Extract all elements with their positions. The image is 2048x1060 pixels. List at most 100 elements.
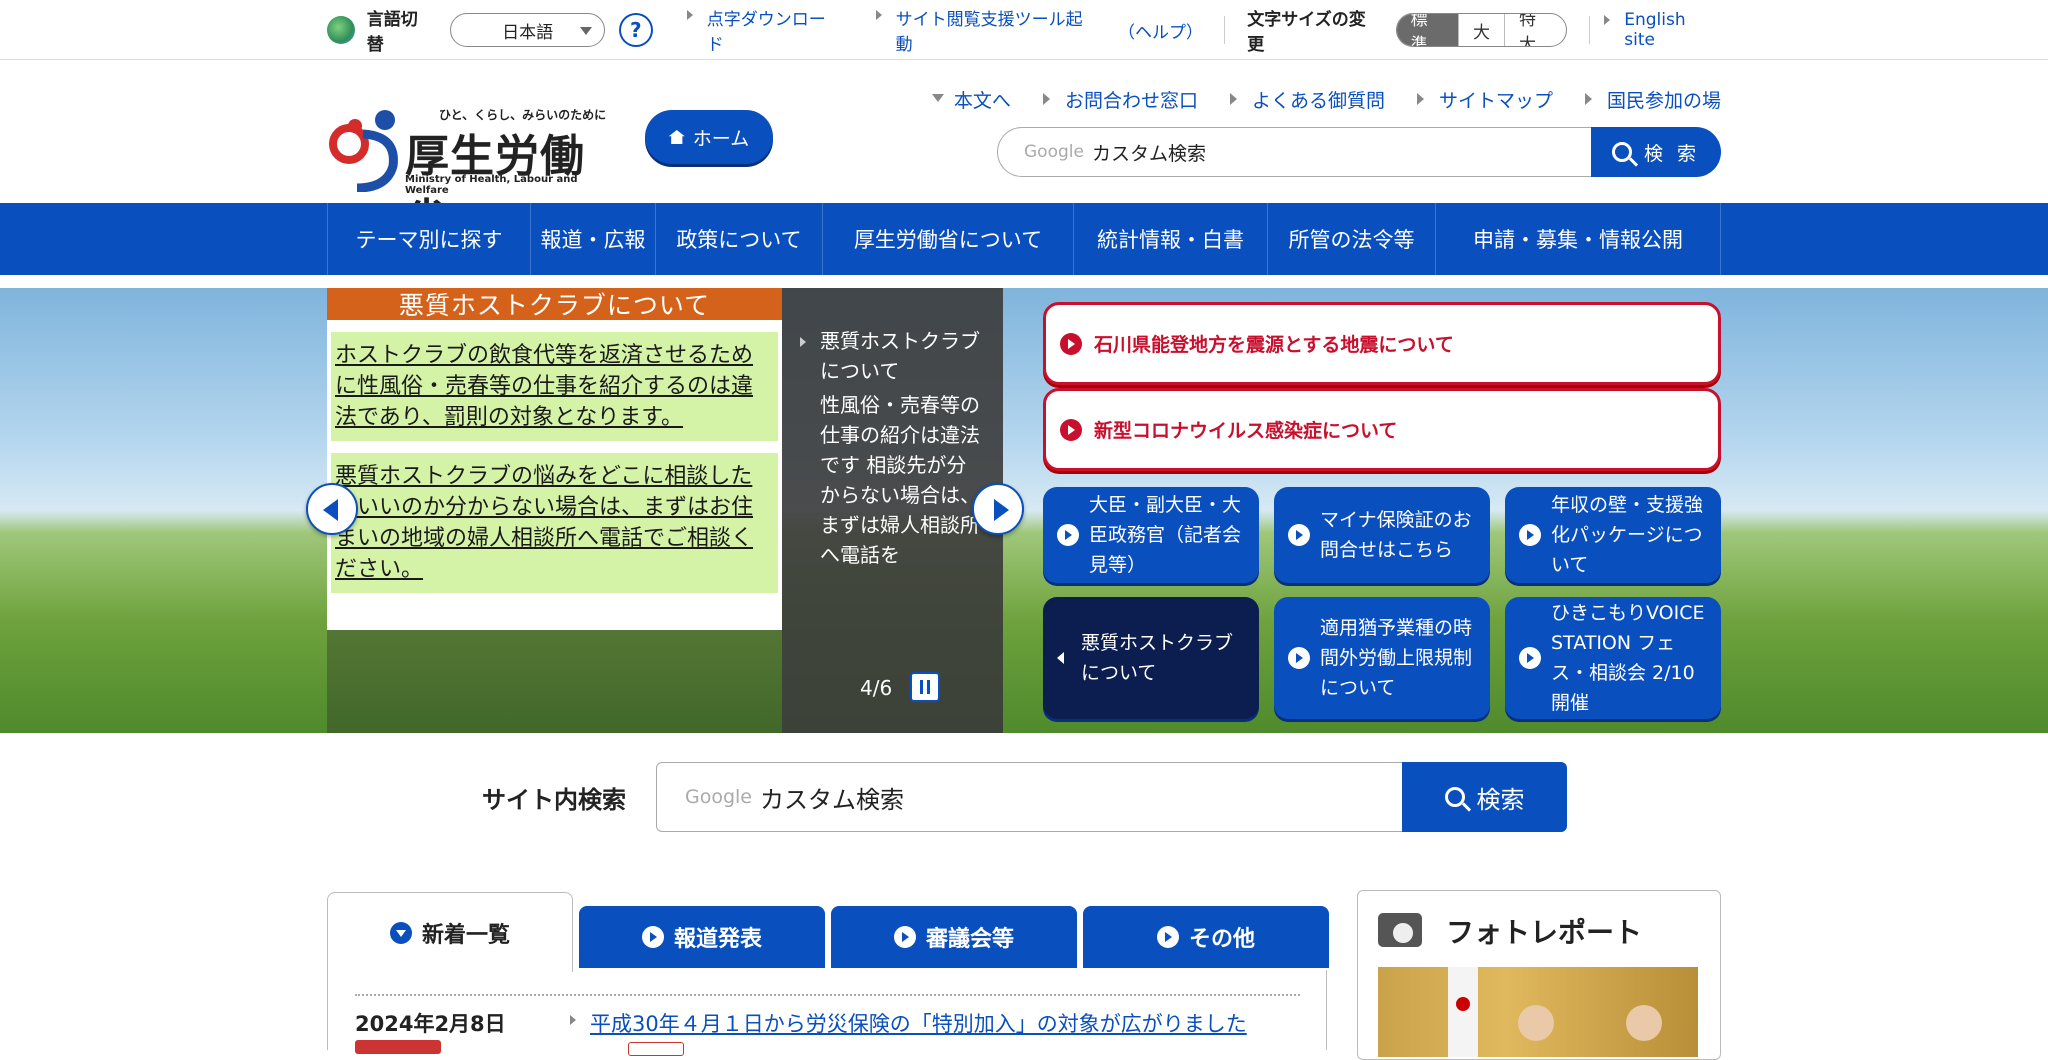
tab-label: その他 — [1188, 927, 1255, 952]
nav-laws[interactable]: 所管の法令等 — [1268, 203, 1436, 275]
home-button[interactable]: ホーム — [645, 110, 773, 164]
language-value: 日本語 — [502, 22, 554, 43]
tile-label: 悪質ホストクラブについて — [1081, 632, 1234, 684]
nav-policy[interactable]: 政策について — [656, 203, 823, 275]
photo-report-title: フォトレポート — [1446, 916, 1643, 949]
header-search: Google カスタム検索 検 索 — [997, 127, 1721, 177]
alert-label: 石川県能登地方を震源とする地震について — [1094, 334, 1454, 356]
tab-label: 審議会等 — [925, 927, 1014, 952]
tile-minister[interactable]: 大臣・副大臣・大臣政務官（記者会見等） — [1043, 487, 1259, 583]
play-circle-icon — [1057, 524, 1079, 546]
public-participation-link[interactable]: 国民参加の場 — [1584, 86, 1721, 113]
language-select[interactable]: 日本語 — [450, 13, 605, 47]
alert-earthquake[interactable]: 石川県能登地方を震源とする地震について — [1043, 302, 1721, 385]
pause-button[interactable] — [910, 672, 940, 702]
carousel-slide[interactable]: 悪質ホストクラブについて ホストクラブの飲食代等を返済させるために性風俗・売春等… — [327, 288, 1003, 733]
nav-about[interactable]: 厚生労働省について — [823, 203, 1074, 275]
nav-press[interactable]: 報道・広報 — [531, 203, 656, 275]
new-badge — [628, 1042, 684, 1056]
slide-image-text: 悪質ホストクラブの悩みをどこに相談したらいいのか分からない場合は、まずはお住まい… — [331, 453, 778, 593]
tab-councils[interactable]: 審議会等 — [831, 906, 1077, 968]
category-badge — [355, 1040, 441, 1054]
tab-label: 新着一覧 — [421, 922, 510, 948]
tile-host-club[interactable]: 悪質ホストクラブについて — [1043, 597, 1259, 719]
tile-income-wall[interactable]: 年収の壁・支援強化パッケージについて — [1505, 487, 1721, 583]
photo-report-image[interactable] — [1378, 967, 1698, 1057]
site-search-button[interactable]: 検索 — [1402, 762, 1567, 832]
header-search-placeholder: カスタム検索 — [1091, 142, 1206, 165]
carousel-next-button[interactable] — [972, 483, 1024, 535]
news-list: 2024年2月8日 平成30年４月１日から労災保険の「特別加入」の対象が広がりま… — [327, 970, 1327, 1056]
nav-statistics[interactable]: 統計情報・白書 — [1074, 203, 1268, 275]
support-help-link[interactable]: （ヘルプ） — [1118, 18, 1203, 43]
tile-label: 大臣・副大臣・大臣政務官（記者会見等） — [1089, 494, 1242, 576]
tile-overtime[interactable]: 適用猶予業種の時間外労働上限規制について — [1274, 597, 1490, 719]
nav-applications[interactable]: 申請・募集・情報公開 — [1436, 203, 1721, 275]
play-circle-icon — [641, 926, 664, 948]
play-circle-icon — [893, 926, 916, 948]
faq-link[interactable]: よくある御質問 — [1229, 86, 1385, 113]
alert-label: 新型コロナウイルス感染症について — [1094, 420, 1398, 442]
photo-report-panel: フォトレポート — [1357, 890, 1721, 1060]
arrow-left-icon — [1057, 652, 1067, 664]
font-size-label: 文字サイズの変更 — [1247, 10, 1366, 55]
search-icon — [1444, 787, 1465, 807]
slide-image-title: 悪質ホストクラブについて — [327, 288, 782, 320]
play-circle-icon — [1288, 524, 1310, 546]
header-search-button[interactable]: 検 索 — [1591, 127, 1721, 177]
header-search-button-label: 検 索 — [1643, 142, 1701, 165]
tab-new-arrivals[interactable]: 新着一覧 — [327, 892, 573, 972]
tile-hikikomori[interactable]: ひきこもりVOICE STATION フェス・相談会 2/10開催 — [1505, 597, 1721, 719]
mhlw-logo[interactable]: ひと、くらし、みらいのために 厚生労働省 Ministry of Health,… — [327, 106, 617, 246]
tab-other[interactable]: その他 — [1083, 906, 1329, 968]
alert-covid[interactable]: 新型コロナウイルス感染症について — [1043, 388, 1721, 471]
news-headline-link[interactable]: 平成30年４月１日から労災保険の「特別加入」の対象が広がりました — [570, 1008, 1247, 1038]
font-size-large-button[interactable]: 大 — [1457, 14, 1504, 46]
chevron-down-icon — [579, 27, 592, 35]
home-icon — [668, 130, 685, 144]
person — [1518, 1005, 1554, 1041]
japan-flag — [1448, 967, 1478, 1057]
site-search-button-label: 検索 — [1476, 785, 1525, 814]
site-search-input[interactable]: Google カスタム検索 — [656, 762, 1402, 832]
play-circle-icon — [1060, 332, 1082, 355]
sitemap-link[interactable]: サイトマップ — [1416, 86, 1553, 113]
slide-caption: 悪質ホストクラブについて 性風俗・売春等の仕事の紹介は違法です 相談先が分からな… — [782, 288, 1003, 733]
chevron-down-icon — [389, 921, 412, 944]
slide-image-text: ホストクラブの飲食代等を返済させるために性風俗・売春等の仕事を紹介するのは違法で… — [331, 332, 778, 441]
site-search-label: サイト内検索 — [482, 786, 626, 814]
play-circle-icon — [1060, 418, 1082, 441]
logo-english: Ministry of Health, Labour and Welfare — [405, 174, 578, 196]
tab-press-releases[interactable]: 報道発表 — [579, 906, 825, 968]
carousel-prev-button[interactable] — [306, 483, 358, 535]
person — [1626, 1005, 1662, 1041]
skip-to-content-link[interactable]: 本文へ — [931, 86, 1011, 113]
divider — [355, 994, 1300, 996]
contact-link[interactable]: お問合わせ窓口 — [1042, 86, 1198, 113]
tile-label: ひきこもりVOICE STATION フェス・相談会 2/10開催 — [1551, 602, 1705, 714]
play-circle-icon — [1519, 524, 1541, 546]
play-circle-icon — [1519, 647, 1541, 669]
language-label: 言語切替 — [366, 10, 418, 55]
header-search-input[interactable]: Google カスタム検索 — [997, 127, 1591, 177]
search-icon — [1611, 142, 1632, 162]
site-search-placeholder: カスタム検索 — [760, 785, 905, 814]
tile-label: 適用猶予業種の時間外労働上限規制について — [1320, 617, 1473, 699]
google-logo: Google — [1024, 142, 1084, 162]
globe-icon — [327, 16, 355, 44]
slide-image: 悪質ホストクラブについて ホストクラブの飲食代等を返済させるために性風俗・売春等… — [327, 288, 782, 630]
main-nav: テーマ別に探す 報道・広報 政策について 厚生労働省について 統計情報・白書 所… — [0, 203, 2048, 275]
braille-download-link[interactable]: 点字ダウンロード — [686, 5, 842, 55]
support-tool-link[interactable]: サイト閲覧支援ツール起動 — [875, 5, 1098, 55]
news-date: 2024年2月8日 — [355, 1012, 506, 1036]
font-size-standard-button[interactable]: 標準 — [1396, 14, 1458, 46]
site-search: Google カスタム検索 検索 — [656, 762, 1567, 832]
font-size-switcher: 標準 大 特大 — [1395, 13, 1568, 47]
font-size-xlarge-button[interactable]: 特大 — [1503, 14, 1566, 46]
slide-counter: 4/6 — [860, 676, 893, 700]
news-tabs: 新着一覧 報道発表 審議会等 その他 — [327, 892, 1329, 972]
help-button[interactable]: ? — [618, 13, 653, 47]
english-site-link[interactable]: English site — [1604, 10, 1721, 50]
tile-mynumber[interactable]: マイナ保険証のお問合せはこちら — [1274, 487, 1490, 583]
nav-theme[interactable]: テーマ別に探す — [328, 203, 531, 275]
